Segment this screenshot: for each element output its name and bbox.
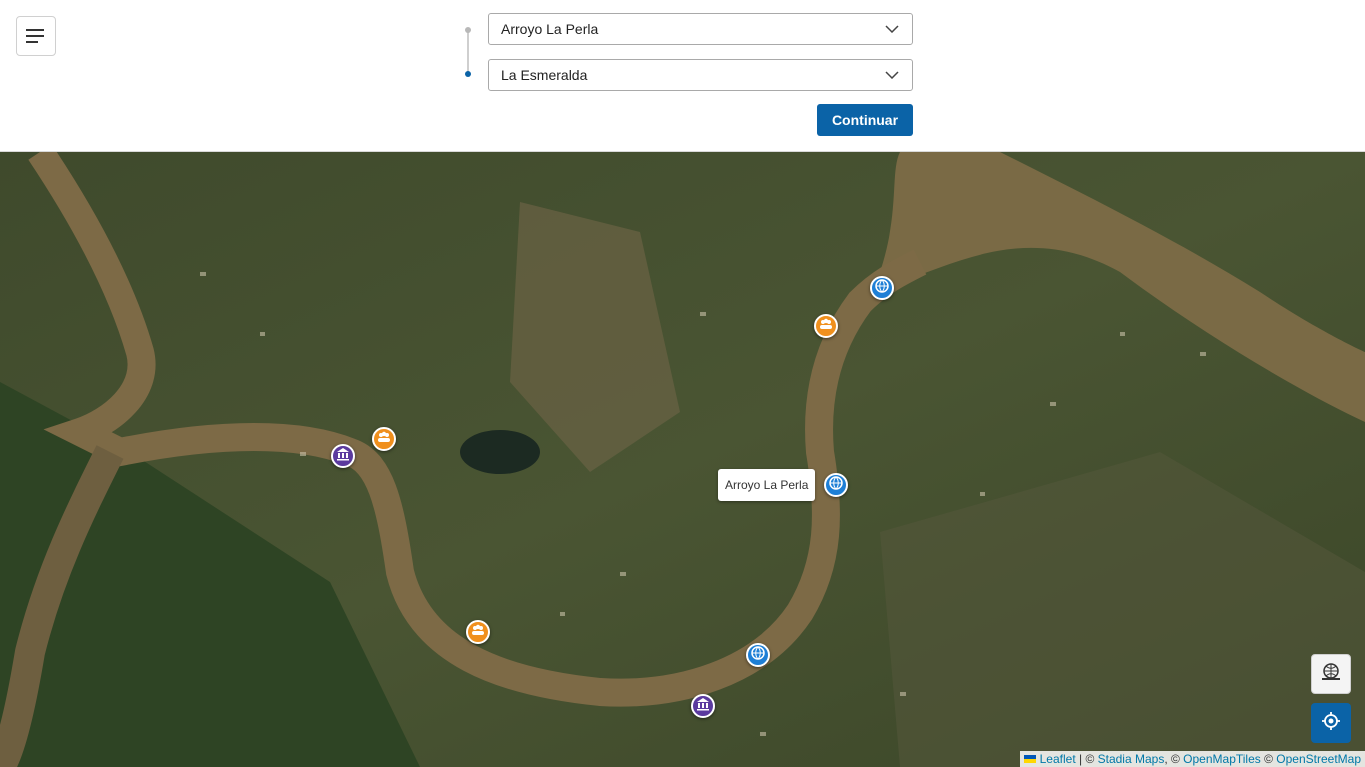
route-connector [467,31,469,75]
museum-icon [696,697,710,716]
leaflet-link[interactable]: Leaflet [1040,752,1076,766]
menu-button[interactable] [16,16,56,56]
map-imagery [0,152,1365,767]
poi-marker-group[interactable] [466,620,490,644]
destination-value: La Esmeralda [501,67,588,83]
openstreetmap-link[interactable]: OpenStreetMap [1276,752,1361,766]
layers-icon [1320,662,1342,687]
chevron-down-icon [884,21,900,37]
poi-marker-globe[interactable] [870,276,894,300]
globe-icon [875,278,889,298]
locate-icon [1321,711,1341,736]
poi-marker-group[interactable] [372,427,396,451]
poi-marker-group[interactable] [814,314,838,338]
globe-icon [829,475,843,495]
hamburger-icon [26,29,44,43]
attribution-separator: , © [1164,752,1184,766]
top-panel: Arroyo La Perla La Esmeralda Continuar [0,0,1365,152]
destination-dot [465,71,471,77]
satellite-map[interactable]: Arroyo La Perla Leaflet | © Stadia Maps … [0,152,1365,767]
locate-button[interactable] [1311,703,1351,743]
chevron-down-icon [884,67,900,83]
poi-marker-museum[interactable] [331,444,355,468]
continue-button[interactable]: Continuar [817,104,913,136]
group-icon [471,623,485,641]
group-icon [819,317,833,335]
attribution-separator: | © [1075,752,1098,766]
origin-value: Arroyo La Perla [501,21,599,37]
poi-marker-globe[interactable] [824,473,848,497]
stadia-link[interactable]: Stadia Maps [1098,752,1165,766]
group-icon [377,430,391,448]
museum-icon [336,447,350,466]
openmaptiles-link[interactable]: OpenMapTiles [1183,752,1261,766]
poi-marker-globe[interactable] [746,643,770,667]
layers-button[interactable] [1311,654,1351,694]
ukraine-flag-icon [1023,755,1036,763]
attribution-separator: © [1260,752,1277,766]
origin-dot [465,27,471,33]
map-attribution: Leaflet | © Stadia Maps , © OpenMapTiles… [1019,751,1365,767]
origin-select[interactable]: Arroyo La Perla [488,13,913,45]
marker-tooltip: Arroyo La Perla [718,469,816,501]
poi-marker-museum[interactable] [691,694,715,718]
globe-icon [751,645,765,665]
destination-select[interactable]: La Esmeralda [488,59,913,91]
